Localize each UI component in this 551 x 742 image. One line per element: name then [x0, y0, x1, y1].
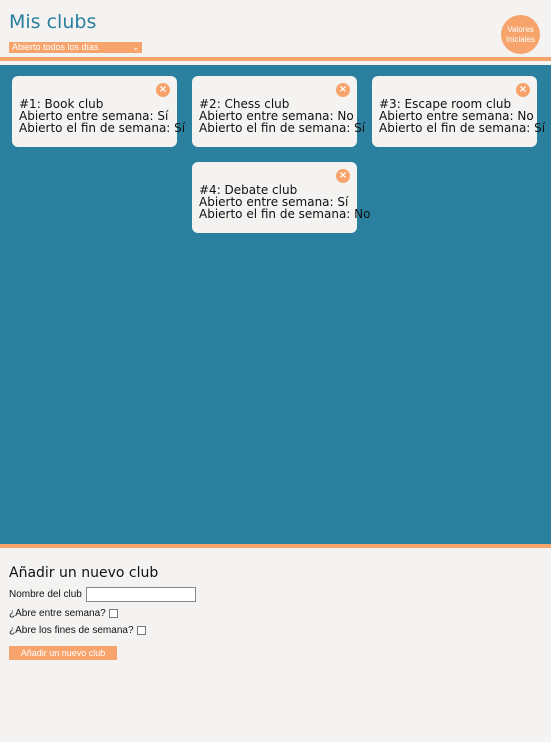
reset-values-button[interactable]: Valores Iniciales	[501, 15, 540, 54]
club-card: × #3: Escape room club Abierto entre sem…	[372, 76, 546, 147]
reset-button-label-line1: Valores	[507, 24, 534, 34]
close-icon[interactable]: ×	[516, 83, 530, 97]
open-filter-select[interactable]: Abierto todos los días ⌄	[9, 42, 142, 53]
name-row: Nombre del club	[9, 587, 196, 602]
form-heading: Añadir un nuevo club	[9, 565, 159, 581]
filter-selected-value: Abierto todos los días	[12, 42, 99, 52]
club-weekend: Abierto el fin de semana: Sí	[199, 121, 366, 135]
weekday-row: ¿Abre entre semana?	[9, 608, 196, 619]
close-icon[interactable]: ×	[336, 169, 350, 183]
club-card: × #1: Book club Abierto entre semana: Sí…	[12, 76, 186, 147]
club-name-input[interactable]	[85, 587, 196, 602]
club-weekend: Abierto el fin de semana: Sí	[19, 121, 186, 135]
clubs-board: × #1: Book club Abierto entre semana: Sí…	[0, 65, 551, 548]
add-club-button[interactable]: Añadir un nuevo club	[9, 646, 117, 660]
club-name-label: Nombre del club	[9, 589, 82, 600]
club-card: × #2: Chess club Abierto entre semana: N…	[192, 76, 366, 147]
reset-button-label-line2: Iniciales	[506, 34, 535, 44]
weekend-checkbox[interactable]	[136, 626, 146, 635]
weekday-checkbox[interactable]	[108, 609, 118, 618]
club-weekend: Abierto el fin de semana: No	[199, 207, 371, 221]
weekend-label: ¿Abre los fines de semana?	[9, 625, 134, 636]
page-title: Mis clubs	[9, 11, 97, 33]
close-icon[interactable]: ×	[336, 83, 350, 97]
chevron-down-icon: ⌄	[132, 43, 139, 52]
header: Mis clubs Abierto todos los días ⌄ Valor…	[0, 0, 551, 61]
add-club-form: Añadir un nuevo club Nombre del club ¿Ab…	[9, 565, 196, 660]
club-card: × #4: Debate club Abierto entre semana: …	[192, 162, 371, 233]
club-weekend: Abierto el fin de semana: Sí	[379, 121, 546, 135]
weekend-row: ¿Abre los fines de semana?	[9, 625, 196, 636]
weekday-label: ¿Abre entre semana?	[9, 608, 106, 619]
close-icon[interactable]: ×	[156, 83, 170, 97]
